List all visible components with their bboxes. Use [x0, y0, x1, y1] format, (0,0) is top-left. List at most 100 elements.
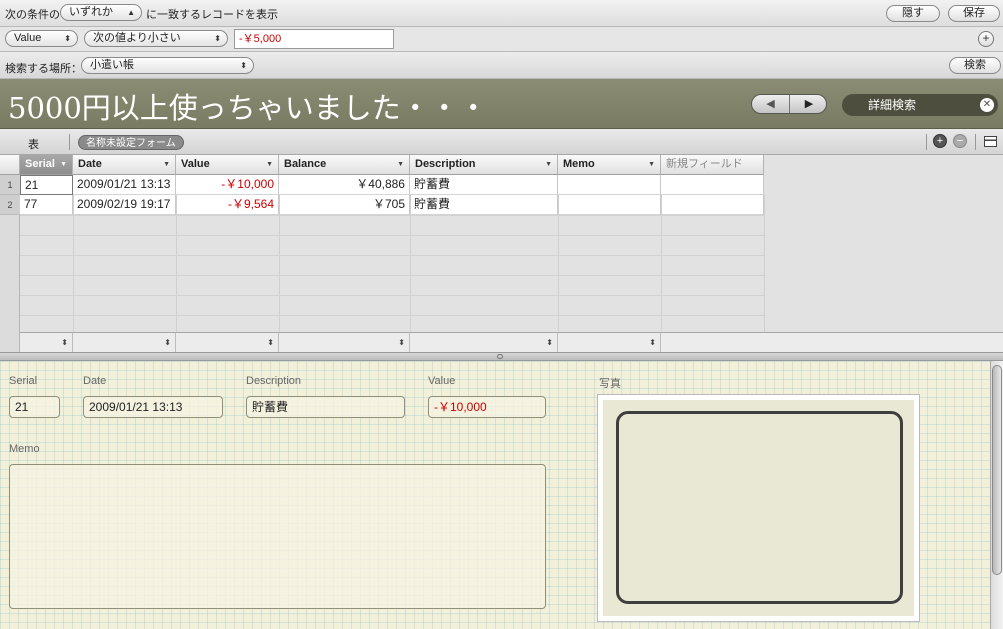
- chevron-down-icon: ▼: [545, 161, 552, 168]
- value-label: Value: [428, 375, 456, 387]
- condition-prefix-label: 次の条件の: [5, 9, 60, 21]
- summary-popup[interactable]: ⬍: [558, 332, 661, 352]
- plus-circle-icon[interactable]: +: [933, 134, 947, 148]
- column-header-label: Description: [415, 158, 476, 170]
- hide-button[interactable]: 隠す: [886, 5, 940, 22]
- table-cell-new-field[interactable]: [661, 175, 764, 195]
- table-cell-memo[interactable]: [558, 175, 661, 195]
- triangle-left-icon[interactable]: ◀: [752, 95, 790, 113]
- column-header-value[interactable]: Value ▼: [176, 155, 279, 175]
- popup-arrows-icon: ▲: [127, 8, 135, 17]
- field-popup-value: Value: [14, 32, 42, 44]
- summary-popup[interactable]: ⬍: [176, 332, 279, 352]
- find-rule-bar: Value ⬍ 次の値より小さい ⬍ -￥5,000 +: [0, 27, 1003, 52]
- table-cell-serial[interactable]: 21: [20, 175, 73, 195]
- divider: [975, 134, 976, 150]
- popup-arrows-icon: ⬍: [214, 34, 221, 43]
- date-field[interactable]: 2009/01/21 13:13: [83, 396, 223, 418]
- condition-suffix-label: に一致するレコードを表示: [146, 9, 278, 21]
- photo-field[interactable]: [597, 394, 920, 622]
- list-view-icon[interactable]: [984, 136, 997, 147]
- table-cell-value[interactable]: -￥10,000: [176, 175, 279, 195]
- memo-label: Memo: [9, 443, 40, 455]
- description-field[interactable]: 貯蓄費: [246, 396, 405, 418]
- search-button[interactable]: 検索: [949, 57, 1001, 74]
- match-type-popup[interactable]: いずれか ▲: [60, 4, 142, 21]
- column-header-balance[interactable]: Balance ▼: [279, 155, 410, 175]
- column-header-serial[interactable]: Serial ▼: [20, 155, 73, 175]
- table-cell-new-field[interactable]: [661, 195, 764, 215]
- save-button[interactable]: 保存: [948, 5, 1000, 22]
- grid-line: [20, 275, 764, 276]
- table-cell-description[interactable]: 貯蓄費: [410, 195, 558, 215]
- popup-arrows-icon: ⬍: [64, 34, 71, 43]
- table-cell-description[interactable]: 貯蓄費: [410, 175, 558, 195]
- divider: [926, 134, 927, 150]
- form-scrollbar[interactable]: [990, 361, 1003, 629]
- layout-toolbar: 表 名称未設定フォーム + −: [0, 129, 1003, 155]
- date-label: Date: [83, 375, 107, 387]
- column-header-memo[interactable]: Memo ▼: [558, 155, 661, 175]
- chevron-down-icon: ▼: [397, 161, 404, 168]
- chevron-down-icon: ▼: [60, 161, 67, 168]
- plus-circle-icon[interactable]: +: [978, 31, 994, 47]
- search-location-bar: 検索する場所： 小遣い帳 ⬍ 検索: [0, 52, 1003, 79]
- header-corner: [0, 155, 20, 175]
- summary-popup[interactable]: ⬍: [73, 332, 176, 352]
- grid-line: [20, 295, 764, 296]
- location-label: 検索する場所：: [5, 63, 82, 75]
- minus-circle-icon[interactable]: −: [953, 134, 967, 148]
- summary-popup[interactable]: ⬍: [410, 332, 558, 352]
- grid-line: [20, 315, 764, 316]
- row-number[interactable]: 1: [0, 175, 20, 195]
- table-cell-date[interactable]: 2009/01/21 13:13: [73, 175, 176, 195]
- table-cell-date[interactable]: 2009/02/19 19:17: [73, 195, 176, 215]
- table-cell-balance[interactable]: ￥40,886: [279, 175, 410, 195]
- serial-field[interactable]: 21: [9, 396, 60, 418]
- table-cell-balance[interactable]: ￥705: [279, 195, 410, 215]
- column-header-label: Serial: [25, 158, 55, 170]
- serial-label: Serial: [9, 375, 38, 387]
- advanced-search-label: 詳細検索: [868, 98, 917, 112]
- table-cell-value[interactable]: -￥9,564: [176, 195, 279, 215]
- memo-field[interactable]: [9, 464, 546, 609]
- page-title: 5000円以上使っちゃいました・・・: [8, 91, 488, 125]
- split-divider[interactable]: [0, 352, 1003, 361]
- location-popup[interactable]: 小遣い帳 ⬍: [81, 57, 254, 74]
- match-type-value: いずれか: [69, 6, 113, 18]
- triangle-right-icon[interactable]: ▶: [790, 95, 826, 113]
- table-cell-memo[interactable]: [558, 195, 661, 215]
- row-number[interactable]: 2: [0, 195, 20, 215]
- rule-value-input[interactable]: -￥5,000: [234, 29, 394, 49]
- column-header-label: 新規フィールド: [666, 158, 743, 170]
- summary-popup[interactable]: ⬍: [279, 332, 410, 352]
- description-label: Description: [246, 375, 302, 387]
- title-banner: 5000円以上使っちゃいました・・・ ◀ ▶ 詳細検索 ✕: [0, 79, 1003, 129]
- operator-popup-value: 次の値より小さい: [93, 32, 181, 44]
- drag-handle-icon[interactable]: [497, 354, 503, 359]
- column-header-label: Value: [181, 158, 210, 170]
- close-icon[interactable]: ✕: [980, 98, 994, 112]
- column-header-date[interactable]: Date ▼: [73, 155, 176, 175]
- popup-arrows-icon: ⬍: [240, 61, 247, 70]
- advanced-search-field[interactable]: 詳細検索 ✕: [842, 94, 998, 116]
- divider: [69, 134, 70, 150]
- column-header-description[interactable]: Description ▼: [410, 155, 558, 175]
- column-header-label: Memo: [563, 158, 595, 170]
- field-popup[interactable]: Value ⬍: [5, 30, 78, 47]
- summary-popup[interactable]: ⬍: [20, 332, 73, 352]
- scrollbar-thumb[interactable]: [992, 365, 1002, 575]
- operator-popup[interactable]: 次の値より小さい ⬍: [84, 30, 228, 47]
- table-cell-serial[interactable]: 77: [20, 195, 73, 215]
- value-field[interactable]: -￥10,000: [428, 396, 546, 418]
- record-nav-group: ◀ ▶: [751, 94, 827, 114]
- summary-bar: [661, 332, 1003, 352]
- column-header-label: Date: [78, 158, 102, 170]
- photo-label: 写真: [599, 378, 621, 390]
- column-header-new-field[interactable]: 新規フィールド: [661, 155, 764, 175]
- find-condition-bar: 次の条件の いずれか ▲ に一致するレコードを表示 隠す 保存: [0, 0, 1003, 27]
- records-table: Serial ▼ Date ▼ Value ▼ Balance ▼ Descriptio…: [0, 155, 1003, 352]
- chevron-down-icon: ▼: [163, 161, 170, 168]
- tab-form[interactable]: 名称未設定フォーム: [78, 135, 184, 150]
- tab-table[interactable]: 表: [28, 136, 39, 152]
